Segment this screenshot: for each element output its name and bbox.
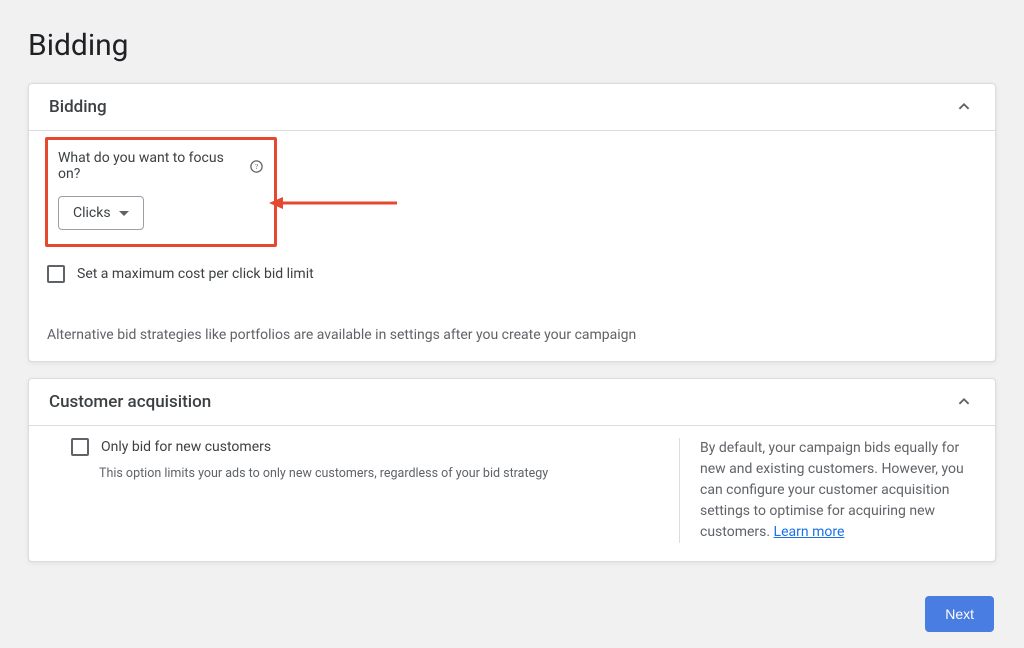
customer-card-body: Only bid for new customers This option l… [29,426,995,561]
customer-card-title: Customer acquisition [49,392,211,412]
svg-text:?: ? [255,162,259,171]
bidding-card-title: Bidding [49,97,107,117]
customer-card-header[interactable]: Customer acquisition [29,379,995,426]
customer-info-panel: By default, your campaign bids equally f… [679,438,979,543]
max-cpc-checkbox-label: Set a maximum cost per click bid limit [77,266,314,282]
bidding-card: Bidding What do you want to focus on? ? … [28,83,996,362]
focus-on-selected-value: Clicks [73,205,111,221]
page-title: Bidding [28,28,996,63]
annotation-highlight: What do you want to focus on? ? Clicks [45,137,277,247]
bidding-card-header[interactable]: Bidding [29,84,995,131]
only-new-customers-helper: This option limits your ads to only new … [99,466,659,481]
focus-on-label: What do you want to focus on? [58,150,243,182]
next-button[interactable]: Next [925,596,994,632]
focus-on-dropdown[interactable]: Clicks [58,196,144,230]
only-new-customers-label: Only bid for new customers [101,439,271,455]
collapse-icon[interactable] [953,96,975,118]
collapse-icon[interactable] [953,391,975,413]
footer: Next [28,578,996,632]
alternative-strategies-text: Alternative bid strategies like portfoli… [47,327,979,343]
max-cpc-checkbox[interactable] [47,265,65,283]
dropdown-arrow-icon [119,211,129,216]
annotation-arrow [269,193,399,213]
learn-more-link[interactable]: Learn more [774,524,845,540]
bidding-card-body: What do you want to focus on? ? Clicks [29,131,995,361]
only-new-customers-checkbox[interactable] [71,438,89,456]
customer-acquisition-card: Customer acquisition Only bid for new cu… [28,378,996,562]
help-icon[interactable]: ? [249,158,264,174]
